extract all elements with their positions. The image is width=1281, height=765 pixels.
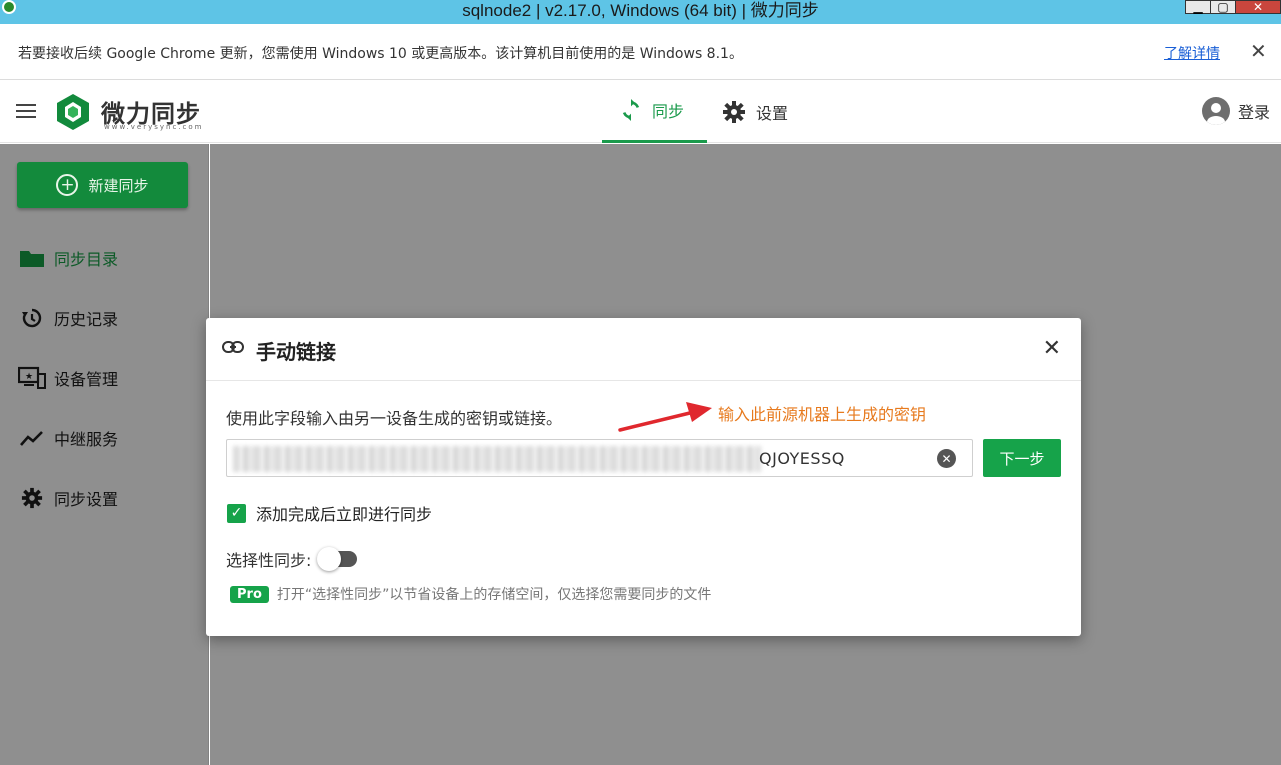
user-avatar-icon [1202, 97, 1230, 125]
logo-icon [57, 94, 89, 130]
sidebar-item-sync-settings[interactable]: 同步设置 [18, 486, 118, 510]
sidebar-item-label: 历史记录 [54, 310, 119, 329]
sidebar-item-sync-folders[interactable]: 同步目录 [18, 246, 118, 270]
link-icon [222, 341, 244, 353]
window-title: sqlnode2 | v2.17.0, Windows (64 bit) | 微… [462, 1, 819, 20]
gear-icon [722, 100, 746, 124]
sidebar: + 新建同步 同步目录 历史记录 ★ 设备管理 中继服务 同步设置 [0, 144, 209, 765]
sidebar-item-label: 中继服务 [54, 430, 119, 449]
update-notice-bar: 若要接收后续 Google Chrome 更新，您需使用 Windows 10 … [0, 24, 1281, 80]
selective-sync-toggle[interactable] [317, 547, 358, 571]
dialog-description: 使用此字段输入由另一设备生成的密钥或链接。 [226, 409, 563, 428]
sidebar-item-label: 设备管理 [54, 370, 119, 389]
login-label: 登录 [1238, 103, 1271, 122]
tab-sync[interactable]: 同步 [602, 80, 707, 143]
sidebar-item-history[interactable]: 历史记录 [18, 306, 118, 330]
gear-icon [18, 486, 46, 510]
tab-settings-label: 设置 [756, 103, 789, 123]
sync-icon [620, 99, 642, 121]
auto-sync-label: 添加完成后立即进行同步 [256, 505, 433, 524]
folder-icon [18, 246, 46, 270]
maximize-button[interactable]: ▢ [1210, 0, 1236, 14]
sidebar-item-label: 同步目录 [54, 250, 119, 269]
pro-badge: Pro [230, 585, 269, 603]
notice-message: 若要接收后续 Google Chrome 更新，您需使用 Windows 10 … [18, 46, 743, 62]
auto-sync-option[interactable]: ✓ 添加完成后立即进行同步 [227, 501, 432, 525]
svg-text:★: ★ [25, 372, 33, 382]
tab-sync-label: 同步 [652, 102, 685, 121]
window-close-button[interactable]: ✕ [1235, 0, 1281, 14]
history-icon [18, 306, 46, 330]
annotation-arrow-icon [618, 402, 712, 432]
key-input[interactable]: QJOYESSQ ✕ [226, 439, 973, 477]
new-sync-label: 新建同步 [88, 176, 149, 195]
menu-icon[interactable] [16, 104, 36, 118]
plus-circle-icon: + [56, 174, 79, 196]
sidebar-item-relay[interactable]: 中继服务 [18, 426, 118, 450]
manual-link-dialog: 手动链接 ✕ 使用此字段输入由另一设备生成的密钥或链接。 输入此前源机器上生成的… [206, 318, 1081, 636]
dialog-header: 手动链接 ✕ [206, 318, 1081, 381]
dialog-title: 手动链接 [256, 340, 336, 364]
annotation-text: 输入此前源机器上生成的密钥 [718, 405, 927, 424]
redacted-key-area [233, 446, 761, 472]
window-controls: ▁ ▢ ✕ [1185, 0, 1281, 14]
toggle-knob [317, 547, 342, 571]
app-header: 微力同步 www.verysync.com 同步 设置 登录 [0, 80, 1281, 143]
window-titlebar: sqlnode2 | v2.17.0, Windows (64 bit) | 微… [0, 0, 1281, 24]
dialog-close-button[interactable]: ✕ [1043, 336, 1061, 361]
selective-sync-label: 选择性同步: [226, 551, 312, 570]
new-sync-button[interactable]: + 新建同步 [17, 162, 188, 208]
selective-sync-row: 选择性同步: [226, 547, 358, 571]
sidebar-item-label: 同步设置 [54, 490, 119, 509]
auto-sync-checkbox[interactable]: ✓ [227, 503, 246, 523]
pro-hint-text: 打开“选择性同步”以节省设备上的存储空间，仅选择您需要同步的文件 [276, 587, 712, 603]
logo-subtext: www.verysync.com [104, 123, 204, 131]
learn-more-link[interactable]: 了解详情 [1164, 43, 1220, 63]
clear-input-icon[interactable]: ✕ [937, 449, 956, 468]
minimize-button[interactable]: ▁ [1185, 0, 1211, 14]
trend-line-icon [18, 426, 46, 450]
login-button[interactable]: 登录 [1202, 97, 1270, 125]
sidebar-item-devices[interactable]: ★ 设备管理 [18, 366, 118, 390]
key-input-value: QJOYESSQ [759, 449, 845, 468]
notice-close-button[interactable]: ✕ [1250, 39, 1267, 63]
next-button[interactable]: 下一步 [983, 439, 1061, 477]
devices-icon: ★ [18, 366, 46, 390]
tab-settings[interactable]: 设置 [722, 80, 788, 143]
pro-hint: Pro 打开“选择性同步”以节省设备上的存储空间，仅选择您需要同步的文件 [230, 584, 711, 604]
